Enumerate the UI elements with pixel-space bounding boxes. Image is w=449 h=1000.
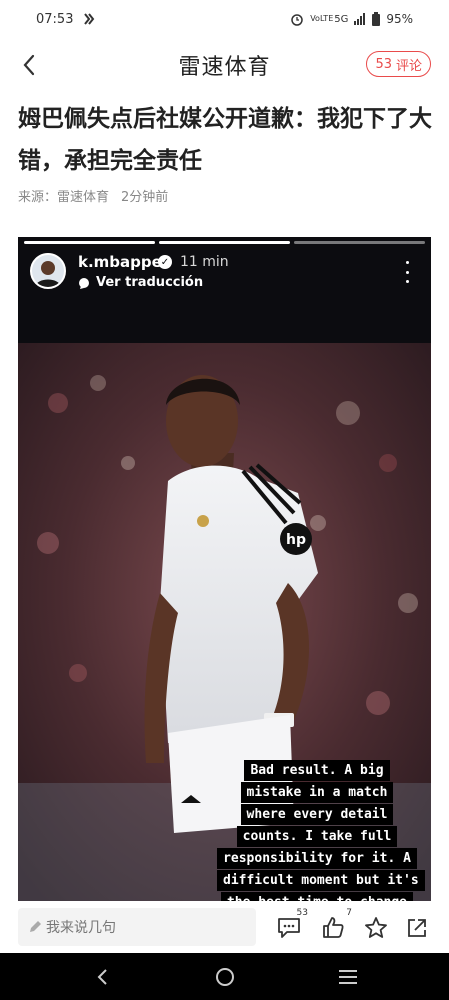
nav-back-button[interactable] (82, 957, 122, 997)
network-indicator: 5G (334, 13, 349, 25)
status-bar: 07:53 VoLTE 5G 95% (0, 0, 449, 38)
caption-line: mistake in a match (240, 782, 394, 803)
comments-button[interactable]: 53 评论 (366, 51, 431, 77)
like-button[interactable]: 7 (316, 908, 352, 945)
page-title: 雷速体育 (178, 55, 271, 80)
comments-badge: 53 (296, 908, 308, 918)
alarm-icon (290, 12, 304, 26)
star-icon (365, 917, 387, 938)
article-meta: 来源：雷速体育 2分钟前 (18, 186, 168, 205)
more-options-button[interactable] (401, 261, 413, 283)
comment-placeholder: 我来说几句 (46, 920, 116, 936)
story-caption: Bad result. A big mistake in a match whe… (217, 759, 425, 901)
comment-bubble-icon (278, 918, 300, 938)
signal-icon (354, 13, 366, 25)
nav-home-icon (215, 967, 234, 986)
translate-label: Ver traducción (96, 275, 204, 290)
comment-count: 53 (375, 56, 392, 72)
story-image[interactable]: k.mbappe ✓ 11 min Ver traducción hp Bad … (18, 237, 431, 901)
system-navigation-bar (0, 953, 449, 1000)
article-headline: 姆巴佩失点后社媒公开道歉：我犯下了大错，承担完全责任 (18, 106, 432, 174)
progress-segment (24, 241, 155, 244)
caption-line: counts. I take full (236, 826, 398, 847)
back-button[interactable] (14, 50, 44, 80)
verified-icon: ✓ (158, 255, 172, 269)
chevron-left-icon (23, 54, 35, 76)
status-time: 07:53 (36, 11, 74, 27)
progress-segment (159, 241, 290, 244)
story-progress (24, 241, 425, 244)
caption-line: Bad result. A big (244, 760, 390, 781)
status-left: 07:53 (36, 12, 95, 27)
app-notification-icon (83, 13, 95, 25)
nav-recents-button[interactable] (328, 957, 368, 997)
likes-badge: 7 (346, 908, 352, 918)
nav-back-icon (97, 968, 107, 985)
comment-label: 评论 (395, 58, 422, 74)
status-right: VoLTE 5G 95% (290, 12, 413, 26)
app-header: 雷速体育 53 评论 (0, 38, 449, 92)
comment-input[interactable]: 我来说几句 (18, 908, 256, 946)
article-source: 来源：雷速体育 (18, 190, 110, 205)
favorite-button[interactable] (359, 911, 393, 945)
share-icon (408, 919, 426, 937)
share-button[interactable] (400, 911, 434, 945)
caption-line: responsibility for it. A (217, 848, 417, 869)
translate-icon (79, 277, 89, 289)
translate-link[interactable]: Ver traducción (78, 275, 203, 290)
progress-segment (294, 241, 425, 244)
pencil-icon (30, 921, 41, 932)
caption-line: difficult moment but it's (217, 870, 425, 891)
battery-icon (372, 12, 381, 26)
nav-home-button[interactable] (205, 957, 245, 997)
story-header: k.mbappe ✓ 11 min Ver traducción (18, 251, 431, 311)
story-username[interactable]: k.mbappe (78, 253, 162, 271)
comments-list-button[interactable]: 53 (272, 908, 308, 945)
battery-level: 95% (386, 12, 413, 26)
avatar[interactable] (30, 253, 66, 289)
nav-menu-icon (338, 969, 357, 984)
story-time: 11 min (180, 254, 229, 270)
volte-indicator: VoLTE (310, 14, 334, 23)
sponsor-logo: hp (286, 532, 306, 548)
caption-line: the best time to change (220, 892, 413, 901)
thumbs-up-icon (323, 917, 344, 938)
bottom-action-bar: 我来说几句 53 7 (0, 901, 449, 953)
article-time: 2分钟前 (121, 190, 169, 205)
caption-line: where every detail (240, 804, 394, 825)
